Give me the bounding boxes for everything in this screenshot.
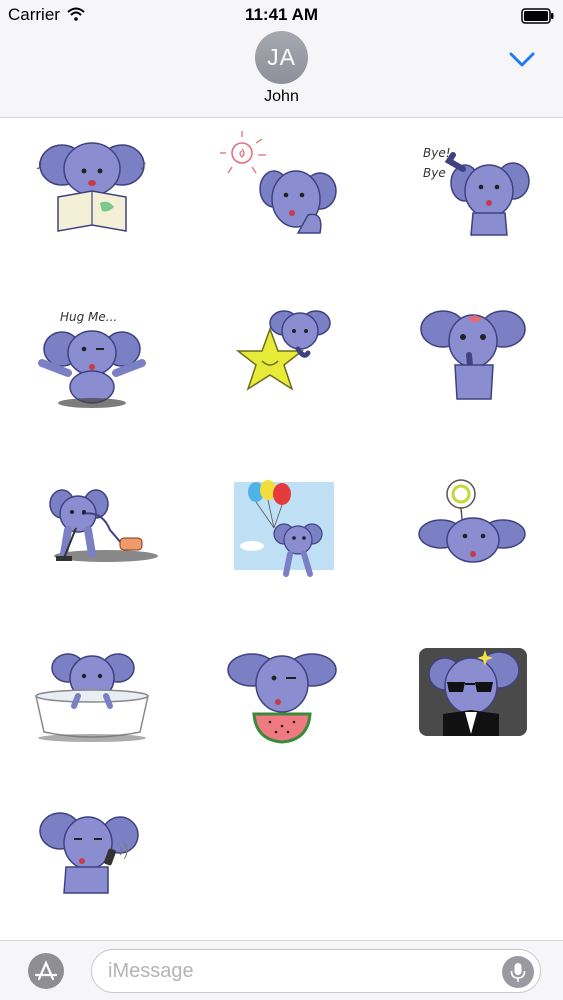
status-time: 11:41 AM [244, 5, 319, 24]
svg-text:Hug Me...: Hug Me... [60, 310, 117, 324]
microphone-button[interactable] [502, 956, 534, 988]
chevron-down-icon[interactable] [506, 46, 538, 72]
status-bar: Carrier 11:41 AM [0, 0, 563, 30]
sticker-lollipop[interactable] [403, 474, 543, 594]
sticker-star[interactable] [212, 299, 352, 419]
sticker-sunglasses[interactable] [403, 644, 543, 764]
svg-text:Bye: Bye [423, 166, 446, 180]
sticker-watermelon[interactable] [212, 644, 352, 764]
sticker-bye-bye[interactable]: Bye! Bye [403, 129, 543, 249]
battery-icon [521, 8, 554, 24]
conversation-header: JA John [0, 30, 563, 118]
sticker-balloons[interactable] [212, 474, 352, 594]
svg-text:♪: ♪ [36, 161, 42, 172]
sticker-sun-waving[interactable] [212, 129, 352, 249]
contact-name[interactable]: John [0, 88, 563, 106]
sticker-shy-bow[interactable] [403, 299, 543, 419]
message-input[interactable] [108, 950, 488, 992]
message-input-bar [0, 940, 563, 1000]
sticker-grid: ♪ ♪ Bye! Bye Hug Me... [0, 119, 563, 939]
sticker-reading[interactable]: ♪ ♪ [22, 129, 162, 249]
microphone-icon [510, 963, 526, 982]
app-store-icon[interactable] [22, 951, 70, 991]
sticker-bath[interactable] [22, 644, 162, 764]
svg-text:♪: ♪ [140, 161, 146, 172]
svg-text:Bye!: Bye! [423, 146, 451, 160]
sticker-phone-call[interactable] [22, 809, 162, 929]
sticker-hug-me[interactable]: Hug Me... [22, 299, 162, 419]
sticker-vacuum[interactable] [22, 474, 162, 594]
message-field[interactable] [91, 949, 541, 993]
contact-avatar[interactable]: JA [255, 31, 308, 84]
